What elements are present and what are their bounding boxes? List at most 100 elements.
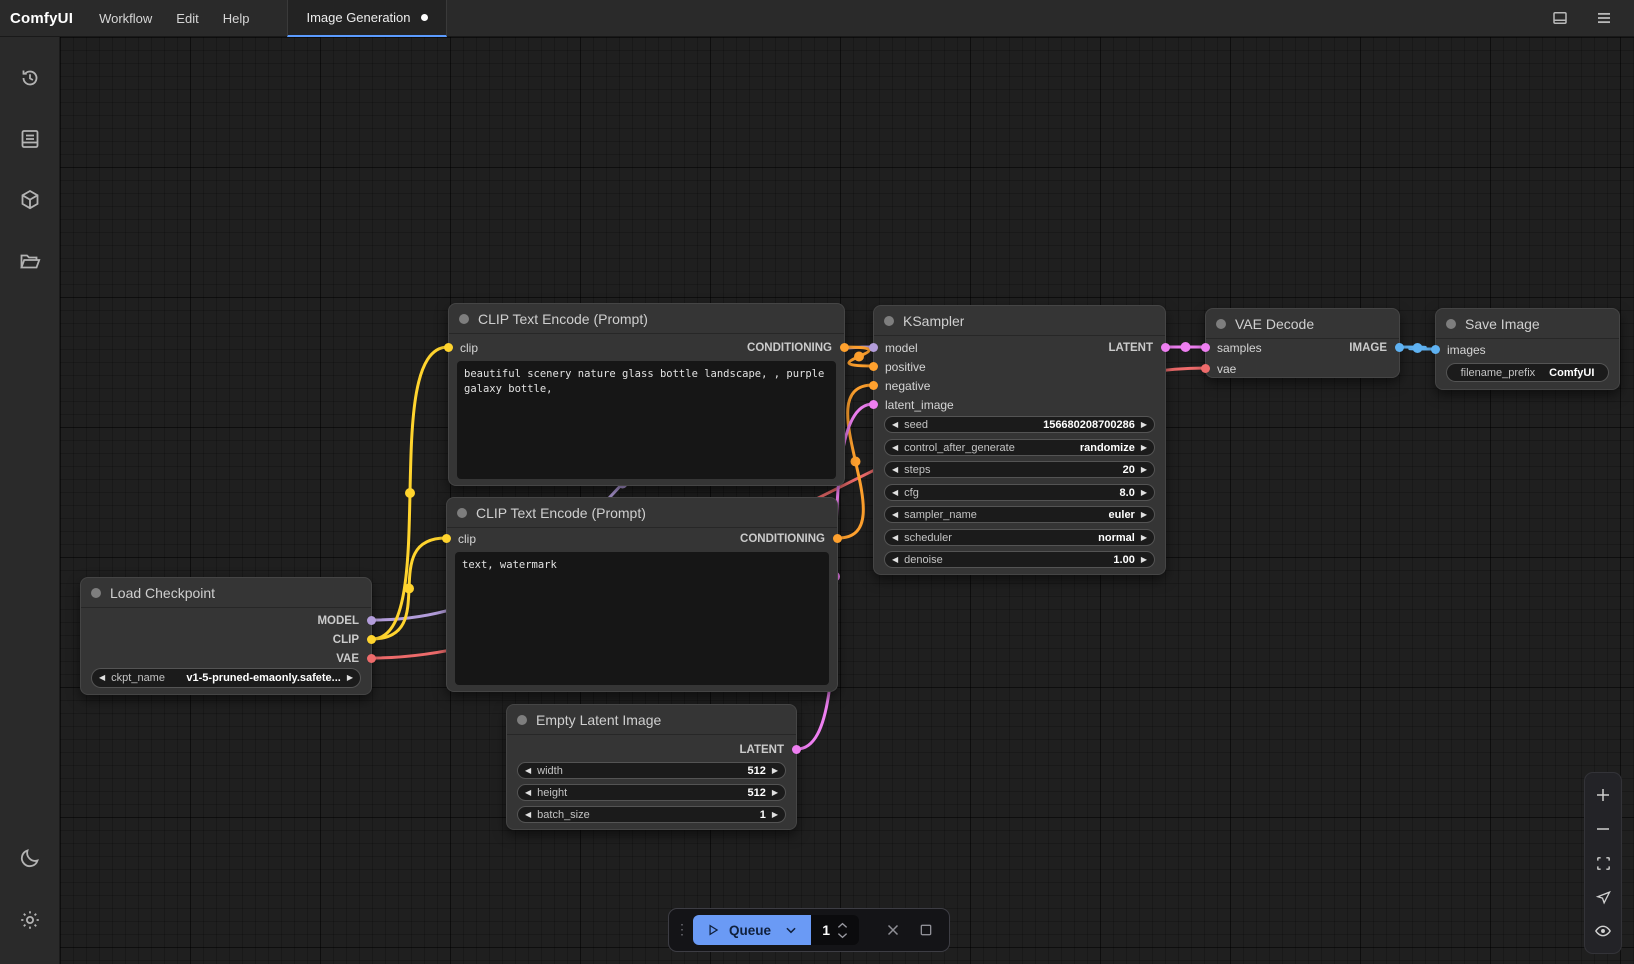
widget-denoise[interactable]: ◀denoise1.00▶ (884, 551, 1155, 568)
input-dot[interactable] (1201, 364, 1210, 373)
node-load-checkpoint[interactable]: Load Checkpoint MODELCLIPVAE◀ckpt_namev1-… (80, 577, 372, 695)
theme-moon-icon[interactable] (10, 838, 50, 878)
output-dot[interactable] (833, 534, 842, 543)
node-ksampler[interactable]: KSamplermodelpositivenegativelatent_imag… (873, 305, 1166, 575)
increment-arrow-icon[interactable]: ▶ (1141, 556, 1147, 564)
decrement-arrow-icon[interactable]: ◀ (525, 767, 531, 775)
increment-arrow-icon[interactable]: ▶ (347, 674, 353, 682)
node-header[interactable]: VAE Decode (1206, 309, 1399, 339)
menu-icon[interactable] (1592, 6, 1616, 30)
increment-arrow-icon[interactable]: ▶ (772, 767, 778, 775)
decrement-arrow-icon[interactable]: ◀ (892, 466, 898, 474)
bottom-panel-icon[interactable] (1548, 6, 1572, 30)
collapse-dot[interactable] (1216, 319, 1226, 329)
menu-edit[interactable]: Edit (164, 0, 210, 37)
widget-sampler_name[interactable]: ◀sampler_nameeuler▶ (884, 506, 1155, 523)
node-header[interactable]: Save Image (1436, 309, 1619, 339)
decrement-arrow-icon[interactable]: ◀ (892, 444, 898, 452)
increment-arrow-icon[interactable]: ▶ (1141, 421, 1147, 429)
node-header[interactable]: CLIP Text Encode (Prompt) (449, 304, 844, 334)
node-header[interactable]: Load Checkpoint (81, 578, 371, 608)
node-header[interactable]: Empty Latent Image (507, 705, 796, 735)
input-slot-vae[interactable]: vae (1206, 360, 1399, 378)
input-slot-latent_image[interactable]: latent_image (874, 396, 1165, 414)
decrement-arrow-icon[interactable]: ◀ (525, 811, 531, 819)
widget-control_after_generate[interactable]: ◀control_after_generaterandomize▶ (884, 439, 1155, 456)
output-slot-CONDITIONING[interactable]: CONDITIONING (449, 339, 844, 357)
collapse-dot[interactable] (517, 715, 527, 725)
collapse-dot[interactable] (884, 316, 894, 326)
menu-help[interactable]: Help (211, 0, 262, 37)
widget-seed[interactable]: ◀seed156680208700286▶ (884, 416, 1155, 433)
output-dot[interactable] (1161, 343, 1170, 352)
input-dot[interactable] (869, 400, 878, 409)
decrement-arrow-icon[interactable]: ◀ (892, 556, 898, 564)
prompt-textarea[interactable]: text, watermark (455, 552, 829, 685)
widget-batch_size[interactable]: ◀batch_size1▶ (517, 806, 786, 823)
drag-handle[interactable]: ⋮ (675, 927, 683, 933)
increment-arrow-icon[interactable]: ▶ (1141, 444, 1147, 452)
increment-arrow-icon[interactable]: ▶ (772, 789, 778, 797)
batch-count-input[interactable]: 1 (811, 915, 859, 945)
node-empty-latent-image[interactable]: Empty Latent ImageLATENT◀width512▶◀heigh… (506, 704, 797, 830)
increment-arrow-icon[interactable]: ▶ (1141, 489, 1147, 497)
widget-scheduler[interactable]: ◀schedulernormal▶ (884, 529, 1155, 546)
collapse-dot[interactable] (91, 588, 101, 598)
widget-cfg[interactable]: ◀cfg8.0▶ (884, 484, 1155, 501)
widget-filename_prefix[interactable]: filename_prefixComfyUI (1446, 363, 1609, 382)
zoom-out-icon[interactable] (1591, 817, 1615, 841)
graph-canvas[interactable]: Load Checkpoint MODELCLIPVAE◀ckpt_namev1-… (60, 37, 1634, 964)
output-dot[interactable] (840, 343, 849, 352)
increment-arrow-icon[interactable]: ▶ (1141, 466, 1147, 474)
history-icon[interactable] (10, 58, 50, 98)
node-header[interactable]: CLIP Text Encode (Prompt) (447, 498, 837, 528)
step-down-icon[interactable] (837, 932, 848, 939)
collapse-dot[interactable] (457, 508, 467, 518)
decrement-arrow-icon[interactable]: ◀ (892, 534, 898, 542)
output-slot-MODEL[interactable]: MODEL (81, 612, 371, 630)
output-dot[interactable] (1395, 343, 1404, 352)
node-header[interactable]: KSampler (874, 306, 1165, 336)
output-dot[interactable] (367, 654, 376, 663)
clear-queue-button[interactable] (881, 918, 904, 942)
output-slot-IMAGE[interactable]: IMAGE (1206, 339, 1399, 357)
input-dot[interactable] (869, 381, 878, 390)
increment-arrow-icon[interactable]: ▶ (1141, 534, 1147, 542)
widget-ckpt_name[interactable]: ◀ckpt_namev1-5-pruned-emaonly.safete...▶ (91, 668, 361, 688)
input-dot[interactable] (1431, 345, 1440, 354)
queue-log-icon[interactable] (10, 119, 50, 159)
output-slot-VAE[interactable]: VAE (81, 650, 371, 668)
node-vae-decode[interactable]: VAE DecodesamplesvaeIMAGE (1205, 308, 1400, 378)
decrement-arrow-icon[interactable]: ◀ (892, 511, 898, 519)
increment-arrow-icon[interactable]: ▶ (1141, 511, 1147, 519)
workflow-tab[interactable]: Image Generation (287, 0, 446, 37)
widget-width[interactable]: ◀width512▶ (517, 762, 786, 779)
output-slot-CONDITIONING[interactable]: CONDITIONING (447, 530, 837, 548)
node-library-icon[interactable] (10, 180, 50, 220)
output-slot-LATENT[interactable]: LATENT (874, 339, 1165, 357)
queue-run-button[interactable]: Queue (693, 915, 811, 945)
node-save-image[interactable]: Save Imageimagesfilename_prefixComfyUI (1435, 308, 1620, 390)
input-slot-negative[interactable]: negative (874, 377, 1165, 395)
workflows-folder-icon[interactable] (10, 241, 50, 281)
decrement-arrow-icon[interactable]: ◀ (525, 789, 531, 797)
prompt-textarea[interactable]: beautiful scenery nature glass bottle la… (457, 361, 836, 479)
input-dot[interactable] (869, 362, 878, 371)
widget-height[interactable]: ◀height512▶ (517, 784, 786, 801)
input-slot-positive[interactable]: positive (874, 358, 1165, 376)
output-slot-CLIP[interactable]: CLIP (81, 631, 371, 649)
node-clip-text-encode-negative[interactable]: CLIP Text Encode (Prompt)clipCONDITIONIN… (446, 497, 838, 692)
decrement-arrow-icon[interactable]: ◀ (892, 489, 898, 497)
node-clip-text-encode-positive[interactable]: CLIP Text Encode (Prompt)clipCONDITIONIN… (448, 303, 845, 486)
settings-gear-icon[interactable] (10, 900, 50, 940)
widget-steps[interactable]: ◀steps20▶ (884, 461, 1155, 478)
select-cursor-icon[interactable] (1591, 885, 1615, 909)
stop-button[interactable] (914, 918, 937, 942)
output-dot[interactable] (792, 745, 801, 754)
output-dot[interactable] (367, 635, 376, 644)
collapse-dot[interactable] (459, 314, 469, 324)
toggle-links-eye-icon[interactable] (1591, 919, 1615, 943)
zoom-in-icon[interactable] (1591, 783, 1615, 807)
menu-workflow[interactable]: Workflow (87, 0, 164, 37)
increment-arrow-icon[interactable]: ▶ (772, 811, 778, 819)
